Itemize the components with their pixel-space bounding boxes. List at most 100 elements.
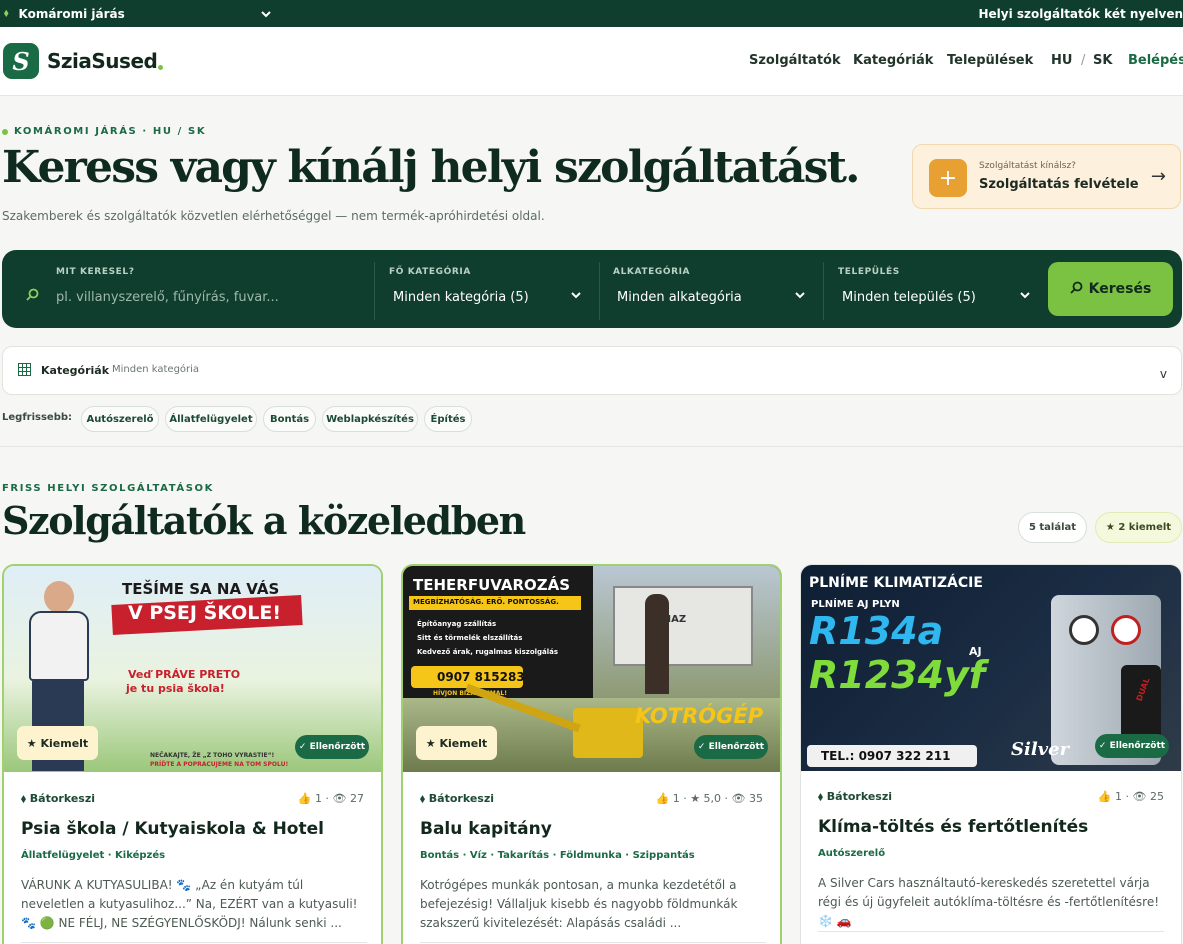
img-text-3: Építőanyag szállítás <box>417 620 497 628</box>
search-divider <box>823 262 824 320</box>
grid-icon <box>18 363 31 380</box>
img-text-1: TEŠÍME SA NA VÁS <box>122 580 280 598</box>
verified-badge: ✓ Ellenőrzött <box>1095 734 1169 758</box>
featured-count-badge: ★ 2 kiemelt <box>1095 512 1182 543</box>
verified-badge: ✓ Ellenőrzött <box>295 735 369 759</box>
town-select[interactable]: TELEPÜLÉS Minden település (5) <box>838 250 1038 328</box>
subcategory-label: ALKATEGÓRIA <box>613 267 691 277</box>
img-text-9: LIAZ <box>661 614 687 625</box>
logo-icon[interactable]: S <box>3 43 39 79</box>
hero-eyebrow: KOMÁROMI JÁRÁS · HU / SK <box>2 126 206 137</box>
card-location-text: Bátorkeszi <box>826 790 893 803</box>
region-selector[interactable]: ⬧ Komáromi járás <box>4 7 271 21</box>
card-stats: 👍 1 · 👁 25 <box>1097 790 1164 803</box>
card-location-text: Bátorkeszi <box>428 792 495 805</box>
main-category-label: FŐ KATEGÓRIA <box>389 267 471 277</box>
chevron-down-icon <box>1020 288 1030 303</box>
page-subtitle: Szakemberek és szolgáltatók közvetlen el… <box>2 209 545 223</box>
card-location: ⬧ Bátorkeszi <box>818 790 892 804</box>
subcategory-select[interactable]: ALKATEGÓRIA Minden alkategória <box>613 250 823 328</box>
plus-icon: + <box>929 159 967 197</box>
search-input[interactable]: MIT KERESEL? pl. villanyszerelő, fűnyírá… <box>56 250 374 328</box>
search-icon <box>26 288 39 305</box>
img-text-4: je tu psia škola! <box>126 682 225 695</box>
hero-eyebrow-text: KOMÁROMI JÁRÁS · HU / SK <box>14 126 207 137</box>
chevron-down-icon <box>795 288 805 303</box>
page-title: Keress vagy kínálj helyi szolgáltatást. <box>2 142 860 193</box>
card-title[interactable]: Psia škola / Kutyaiskola & Hotel <box>21 819 324 839</box>
featured-badge: ★ Kiemelt <box>17 726 98 760</box>
section-title: Szolgáltatók a közeledben <box>2 498 526 543</box>
card-description: A Silver Cars használtautó-kereskedés sz… <box>818 876 1160 928</box>
add-service-card[interactable]: + Szolgáltatást kínálsz? Szolgáltatás fe… <box>912 144 1181 209</box>
card-location: ⬧ Bátorkeszi <box>21 792 95 806</box>
search-icon <box>1070 281 1083 298</box>
card-description: Kotrógépes munkák pontosan, a munka kezd… <box>420 878 738 930</box>
main-category-select[interactable]: FŐ KATEGÓRIA Minden kategória (5) <box>389 250 599 328</box>
login-link[interactable]: Belépés <box>1128 53 1183 68</box>
top-bar: ⬧ Komáromi járás Helyi szolgáltatók két … <box>0 0 1183 27</box>
service-card[interactable]: TEŠÍME SA NA VÁS V PSEJ ŠKOLE! Veď PRÁVE… <box>2 564 383 944</box>
nav-kategoriak[interactable]: Kategóriák <box>853 53 933 68</box>
latest-label: Legfrissebb: <box>2 412 73 423</box>
chevron-down-icon: v <box>1159 367 1167 381</box>
card-description: VÁRUNK A KUTYASULIBA! 🐾 „Az én kutyám tú… <box>21 878 358 930</box>
arrow-right-icon: → <box>1150 166 1166 187</box>
search-button[interactable]: Keresés <box>1048 262 1173 316</box>
results-count-badge: 5 találat <box>1018 512 1087 543</box>
card-title[interactable]: Klíma-töltés és fertőtlenítés <box>818 817 1088 837</box>
service-card[interactable]: TEHERFUVAROZÁS MEGBÍZHATÓSÁG. ERŐ. PONTO… <box>401 564 782 944</box>
img-text-8: KOTRÓGÉP <box>635 704 764 728</box>
town-label: TELEPÜLÉS <box>838 267 900 277</box>
search-placeholder: pl. villanyszerelő, fűnyírás, fuvar... <box>56 290 279 305</box>
categories-value: Minden kategória <box>112 364 200 375</box>
img-text-6: PRÍĎTE A POPRACUJEME NA TOM SPOLU! <box>150 761 289 768</box>
lang-sk[interactable]: SK <box>1093 53 1112 68</box>
img-text-1: PLNÍME KLIMATIZÁCIE <box>809 575 983 591</box>
search-bar: MIT KERESEL? pl. villanyszerelő, fűnyírá… <box>2 250 1182 328</box>
img-text-6: TEL.: 0907 322 211 <box>821 749 951 763</box>
service-card[interactable]: PLNÍME KLIMATIZÁCIE PLNÍME AJ PLYN R134a… <box>800 564 1182 944</box>
img-text-6: 0907 815283 <box>437 670 525 684</box>
pin-icon: ⬧ <box>420 792 429 805</box>
chip-allatfelugyelet[interactable]: Állatfelügyelet <box>165 406 257 432</box>
brand-dot <box>158 65 163 70</box>
search-label: MIT KERESEL? <box>56 267 135 277</box>
subcategory-value: Minden alkategória <box>617 290 742 305</box>
pin-icon: ⬧ <box>818 790 827 803</box>
offer-question: Szolgáltatást kínálsz? <box>979 161 1076 171</box>
card-divider <box>21 942 367 943</box>
chip-bontas[interactable]: Bontás <box>263 406 316 432</box>
main-category-value: Minden kategória (5) <box>393 290 529 305</box>
img-text-2: V PSEJ ŠKOLE! <box>128 602 282 624</box>
card-stats: 👍 1 · 👁 27 <box>297 792 364 805</box>
categories-title: Kategóriák <box>41 364 110 377</box>
nav-szolgaltatok[interactable]: Szolgáltatók <box>749 53 841 68</box>
nav-telepulesek[interactable]: Települések <box>947 53 1033 68</box>
chip-autoszerelo[interactable]: Autószerelő <box>81 406 159 432</box>
img-text-2: MEGBÍZHATÓSÁG. ERŐ. PONTOSSÁG. <box>413 598 559 606</box>
pin-icon: ⬧ <box>21 792 30 805</box>
card-title[interactable]: Balu kapitány <box>420 819 552 839</box>
img-photo <box>593 566 780 698</box>
chevron-down-icon <box>261 7 271 21</box>
img-text-5: R1234yf <box>809 653 986 697</box>
img-text-1: TEHERFUVAROZÁS <box>413 576 571 594</box>
card-tags: Autószerelő <box>818 848 886 859</box>
brand-name[interactable]: SziaSused <box>47 49 158 73</box>
chip-weblapkeszites[interactable]: Weblapkészítés <box>322 406 418 432</box>
chevron-down-icon <box>571 288 581 303</box>
search-button-label: Keresés <box>1088 281 1152 297</box>
chip-epites[interactable]: Építés <box>424 406 472 432</box>
search-divider <box>374 262 375 320</box>
card-location-text: Bátorkeszi <box>29 792 96 805</box>
card-divider <box>420 942 766 943</box>
card-tags: Bontás · Víz · Takarítás · Földmunka · S… <box>420 850 695 861</box>
verified-badge: ✓ Ellenőrzött <box>694 735 768 759</box>
topbar-tagline: Helyi szolgáltatók két nyelven <box>978 6 1183 21</box>
categories-toggle[interactable]: Kategóriák Minden kategória v <box>2 346 1182 395</box>
card-divider <box>818 931 1164 932</box>
img-text-4: Sitt és törmelék elszállítás <box>417 634 523 642</box>
lang-hu[interactable]: HU <box>1051 53 1072 68</box>
card-stats: 👍 1 · ★ 5,0 · 👁 35 <box>655 792 763 805</box>
